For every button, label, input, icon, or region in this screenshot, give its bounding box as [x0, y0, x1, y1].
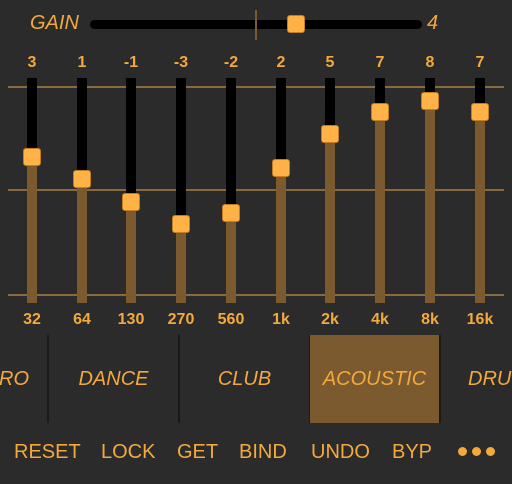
- eq-band-frequency: 8k: [421, 311, 439, 328]
- eq-band-slider-thumb[interactable]: [371, 102, 389, 121]
- eq-band-frequency: 16k: [466, 311, 494, 328]
- eq-band-slider-track[interactable]: [276, 78, 286, 303]
- bypass-button[interactable]: BYP: [392, 441, 432, 464]
- eq-band-slider-thumb[interactable]: [122, 192, 140, 211]
- eq-band-value: 2: [276, 54, 286, 71]
- eq-band-frequency: 270: [167, 311, 195, 328]
- lock-button[interactable]: LOCK: [101, 441, 155, 464]
- preset-acoustic[interactable]: ACOUSTIC: [310, 335, 439, 423]
- eq-band-slider-thumb[interactable]: [73, 170, 91, 189]
- eq-band-560: -2 560: [216, 50, 246, 335]
- eq-band-value: -2: [223, 54, 239, 71]
- preset-label: ACOUSTIC: [322, 367, 427, 390]
- preset-dance[interactable]: DANCE: [49, 335, 178, 423]
- eq-band-slider-thumb[interactable]: [471, 102, 489, 121]
- gain-label: GAIN: [30, 12, 79, 34]
- eq-band-value: 3: [27, 54, 37, 71]
- preset-club[interactable]: CLUB: [180, 335, 309, 423]
- eq-band-slider-track[interactable]: [226, 78, 236, 303]
- eq-band-slider-thumb[interactable]: [421, 91, 439, 110]
- eq-band-1k: 2 1k: [266, 50, 296, 335]
- preset-dru[interactable]: DRU: [441, 335, 512, 423]
- eq-band-slider-fill: [77, 179, 87, 303]
- undo-button[interactable]: UNDO: [311, 441, 370, 464]
- eq-band-slider-track[interactable]: [126, 78, 136, 303]
- eq-band-value: 5: [325, 54, 335, 71]
- eq-band-frequency: 130: [117, 311, 145, 328]
- eq-band-slider-track[interactable]: [77, 78, 87, 303]
- eq-band-32: 3 32: [17, 50, 47, 335]
- eq-band-slider-track[interactable]: [425, 78, 435, 303]
- action-bar: RESET LOCK GET BIND UNDO BYP: [0, 424, 512, 484]
- gain-row: GAIN 4: [0, 0, 512, 50]
- eq-band-slider-fill: [375, 111, 385, 303]
- eq-band-64: 1 64: [67, 50, 97, 335]
- eq-band-slider-fill: [276, 168, 286, 303]
- gain-value: 4: [427, 12, 439, 34]
- eq-band-slider-thumb[interactable]: [23, 147, 41, 166]
- eq-band-130: -1 130: [116, 50, 146, 335]
- eq-band-slider-thumb[interactable]: [222, 204, 240, 222]
- eq-band-frequency: 32: [23, 311, 41, 328]
- preset-bar: RO DANCE CLUB ACOUSTIC DRU: [0, 335, 512, 423]
- preset-label: RO: [0, 367, 29, 390]
- eq-band-value: -1: [123, 54, 139, 71]
- eq-band-value: 1: [77, 54, 87, 71]
- reset-button[interactable]: RESET: [14, 441, 81, 464]
- eq-band-frequency: 1k: [272, 311, 290, 328]
- bind-button[interactable]: BIND: [239, 441, 287, 464]
- eq-band-slider-fill: [226, 213, 236, 303]
- eq-band-16k: 7 16k: [465, 50, 495, 335]
- eq-band-value: 7: [475, 54, 485, 71]
- eq-band-slider-thumb[interactable]: [321, 125, 339, 144]
- get-button[interactable]: GET: [177, 441, 218, 464]
- eq-band-8k: 8 8k: [415, 50, 445, 335]
- eq-band-frequency: 4k: [371, 311, 389, 328]
- preset-label: CLUB: [217, 367, 272, 390]
- eq-band-frequency: 2k: [321, 311, 339, 328]
- gain-slider-thumb[interactable]: [286, 15, 305, 33]
- eq-band-frequency: 64: [73, 311, 91, 328]
- eq-band-slider-fill: [325, 134, 335, 303]
- eq-band-slider-fill: [176, 224, 186, 303]
- eq-band-frequency: 560: [217, 311, 245, 328]
- eq-band-slider-fill: [27, 156, 37, 303]
- eq-band-slider-fill: [126, 201, 136, 303]
- eq-band-value: 8: [425, 54, 435, 71]
- eq-band-slider-thumb[interactable]: [272, 159, 290, 177]
- eq-band-slider-thumb[interactable]: [172, 215, 190, 234]
- eq-band-2k: 5 2k: [315, 50, 345, 335]
- more-dots-icon[interactable]: [458, 447, 498, 459]
- eq-band-4k: 7 4k: [365, 50, 395, 335]
- preset-ro[interactable]: RO: [0, 335, 47, 423]
- preset-label: DANCE: [78, 367, 149, 390]
- eq-band-slider-track[interactable]: [27, 78, 37, 303]
- eq-band-value: -3: [173, 54, 189, 71]
- eq-band-slider-track[interactable]: [325, 78, 335, 303]
- eq-band-value: 7: [375, 54, 385, 71]
- equalizer: 3 32 1 64 -1 130 -3 270 -2 560 2 1k 5 2k 7 4k 8 8k 7 16k: [0, 50, 512, 335]
- eq-band-270: -3 270: [166, 50, 196, 335]
- preset-label: DRU: [468, 367, 512, 390]
- eq-band-slider-fill: [475, 111, 485, 303]
- eq-band-slider-fill: [425, 100, 435, 303]
- gain-center-mark: [255, 10, 257, 40]
- eq-band-slider-track[interactable]: [176, 78, 186, 303]
